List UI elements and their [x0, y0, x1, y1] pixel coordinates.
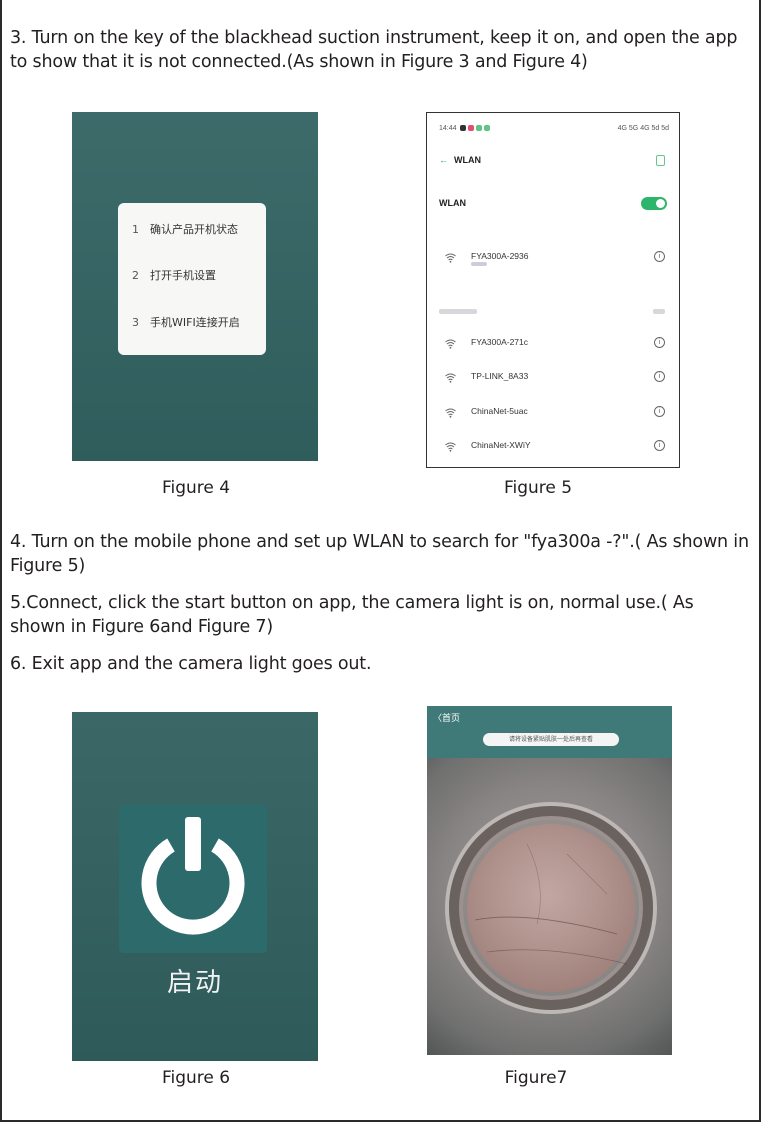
wlan-toggle-label: WLAN [439, 198, 466, 208]
step-label: 打开手机设置 [150, 269, 216, 282]
network-status-blur [471, 262, 487, 266]
start-label: 启动 [166, 968, 223, 998]
camera-feed [427, 758, 672, 1055]
network-row[interactable]: FYA300A-271c i [439, 335, 667, 359]
wifi-icon [445, 373, 456, 386]
figure-7-camera-view: 〈首页 请将设备紧贴肌肤一处后再查看 [427, 706, 672, 1055]
camera-top-bar: 〈首页 请将设备紧贴肌肤一处后再查看 [427, 706, 672, 758]
status-icons: 4G 5G 4G 5d 5d [617, 125, 669, 132]
info-icon[interactable]: i [654, 406, 665, 417]
step-item-1: 1 确认产品开机状态 [132, 221, 238, 237]
wlan-toggle[interactable] [641, 197, 667, 210]
network-row[interactable]: ChinaNet-XWiY i [439, 438, 667, 462]
step-4-text: 4. Turn on the mobile phone and set up W… [10, 532, 749, 576]
camera-hint-banner: 请将设备紧贴肌肤一处后再查看 [483, 733, 619, 746]
power-icon [141, 817, 245, 935]
network-name: TP-LINK_8A33 [471, 371, 529, 381]
figure-4-caption: Figure 4 [161, 478, 231, 498]
status-time: 14:44 [439, 125, 491, 132]
info-icon[interactable]: i [654, 371, 665, 382]
figure-6-caption: Figure 6 [161, 1068, 231, 1088]
info-icon[interactable]: i [654, 337, 665, 348]
step-item-2: 2 打开手机设置 [132, 267, 216, 283]
qr-scan-icon[interactable] [656, 155, 665, 166]
step-3-text: 3. Turn on the key of the blackhead suct… [10, 28, 738, 72]
start-button[interactable] [119, 805, 267, 953]
wifi-icon [445, 442, 456, 455]
figure-5-caption: Figure 5 [503, 478, 573, 498]
figure-7-caption: Figure7 [504, 1068, 568, 1088]
back-home-link[interactable]: 〈首页 [433, 711, 460, 724]
figure-4-image: 1 确认产品开机状态 2 打开手机设置 3 手机WIFI连接开启 [72, 112, 318, 461]
network-name: ChinaNet-5uac [471, 406, 528, 416]
step-number: 3 [132, 316, 139, 329]
connected-network-row[interactable]: FYA300A-2936 i [439, 249, 667, 273]
refresh-label [653, 309, 665, 314]
info-icon[interactable]: i [654, 251, 665, 262]
step-number: 2 [132, 269, 139, 282]
wifi-icon [445, 408, 456, 421]
step-label: 手机WIFI连接开启 [150, 316, 240, 329]
available-networks-label [439, 309, 477, 314]
info-icon[interactable]: i [654, 440, 665, 451]
connection-steps-card: 1 确认产品开机状态 2 打开手机设置 3 手机WIFI连接开启 [118, 203, 266, 355]
network-row[interactable]: TP-LINK_8A33 i [439, 369, 667, 393]
network-name: FYA300A-2936 [471, 251, 529, 261]
step-item-3: 3 手机WIFI连接开启 [132, 314, 240, 330]
figure-5-wlan-screenshot: 14:44 4G 5G 4G 5d 5d ← WLAN WLAN FYA300A-… [426, 112, 680, 468]
step-5-text: 5.Connect, click the start button on app… [10, 593, 694, 637]
wifi-icon [445, 253, 456, 266]
wlan-header-title: WLAN [454, 155, 481, 165]
wlan-header: ← WLAN [439, 155, 481, 165]
network-name: FYA300A-271c [471, 337, 529, 347]
network-name: ChinaNet-XWiY [471, 440, 531, 450]
step-6-text: 6. Exit app and the camera light goes ou… [10, 654, 372, 674]
figure-6-start-screen: 启动 [72, 712, 318, 1061]
network-row[interactable]: ChinaNet-5uac i [439, 404, 667, 428]
wifi-icon [445, 339, 456, 352]
step-label: 确认产品开机状态 [150, 223, 238, 236]
step-number: 1 [132, 223, 139, 236]
back-arrow-icon[interactable]: ← [439, 155, 448, 165]
skin-close-up [467, 824, 635, 992]
skin-texture-lines [474, 843, 628, 965]
